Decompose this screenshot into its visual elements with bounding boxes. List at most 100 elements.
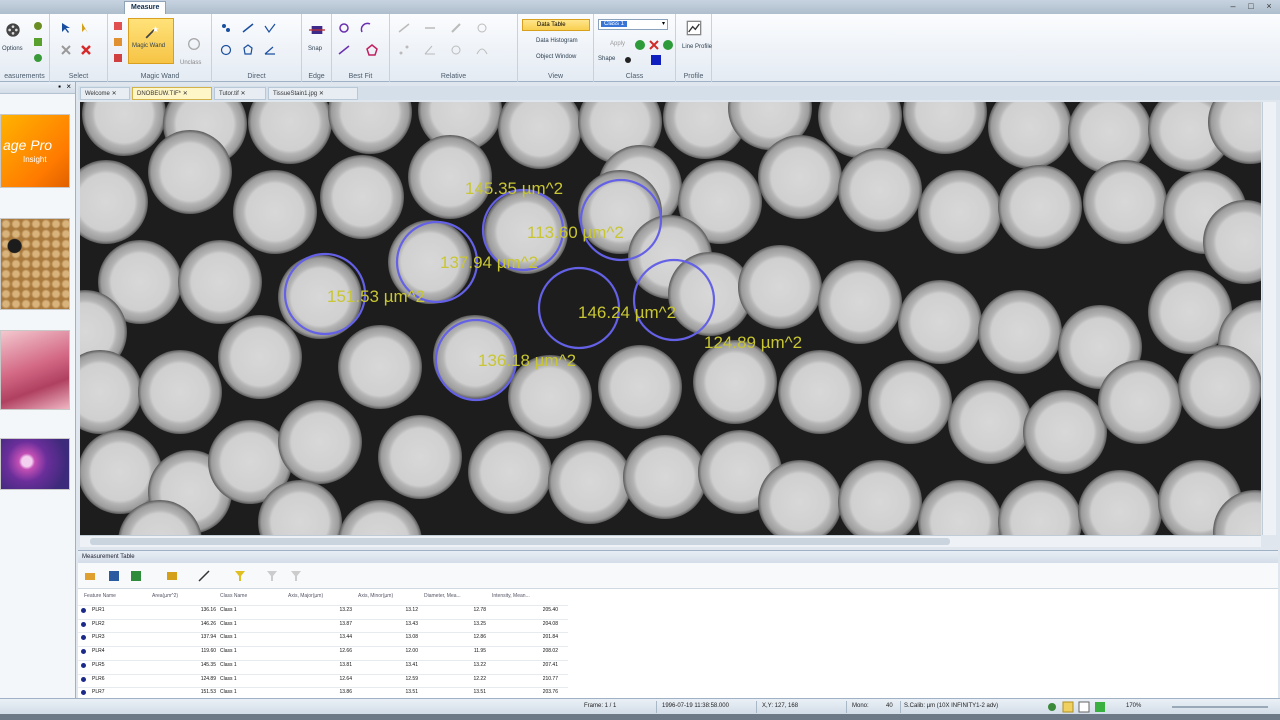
fit-polygon-icon[interactable] — [366, 44, 378, 56]
column-header[interactable]: Intensity, Mean... — [492, 593, 530, 603]
select-class-icon[interactable] — [80, 22, 92, 34]
area-annotation[interactable]: 124.89 µm^2 — [704, 333, 802, 352]
columns-icon[interactable] — [166, 570, 178, 582]
close-icon[interactable]: ✕ — [240, 91, 245, 97]
microscope-image[interactable]: 145.35 µm^2 113.60 µm^2 137.94 µm^2 151.53 … — [80, 102, 1261, 535]
tab-image-active[interactable]: DNOBEUW.TIF* ✕ — [132, 87, 212, 100]
data-histogram-button[interactable]: Data Histogram — [536, 38, 578, 44]
fit-window-icon[interactable] — [1078, 701, 1090, 713]
options-label[interactable]: Options — [2, 46, 23, 52]
relative-angle-icon[interactable] — [424, 44, 436, 56]
table-row[interactable] — [78, 632, 568, 634]
column-header[interactable]: Axis, Major(µm) — [288, 593, 323, 603]
delete-icon[interactable] — [60, 44, 72, 56]
minimize-icon[interactable]: – — [1226, 0, 1240, 12]
zoom-level[interactable]: 170% — [1126, 703, 1141, 709]
fit-arc-icon[interactable] — [360, 22, 372, 34]
tab-welcome[interactable]: Welcome ✕ — [80, 87, 130, 100]
zoom-slider[interactable] — [1172, 706, 1268, 708]
close-icon[interactable]: ✕ — [183, 91, 188, 97]
tab-tutor[interactable]: Tutor.tif ✕ — [214, 87, 266, 100]
green-status-icon[interactable] — [1094, 701, 1106, 713]
data-table-button[interactable]: Data Table — [522, 19, 590, 31]
calibration-status[interactable]: S.Calib: µm (10X INFINITY1-2 adv) — [904, 703, 998, 709]
fit-circle-icon[interactable] — [338, 22, 350, 34]
tab-tissue[interactable]: TissueStain1.jpg ✕ — [268, 87, 358, 100]
snap-label[interactable]: Snap — [308, 46, 322, 52]
film-reel-icon[interactable] — [5, 22, 21, 38]
save-icon[interactable] — [108, 570, 120, 582]
reset-class-icon[interactable] — [662, 39, 674, 51]
open-folder-icon[interactable] — [84, 570, 96, 582]
delete-all-icon[interactable] — [80, 44, 92, 56]
ribbon-tab-measure[interactable]: Measure — [124, 1, 167, 14]
polygon-icon[interactable] — [242, 44, 254, 56]
column-header[interactable]: Diameter, Mea... — [424, 593, 461, 603]
ellipse-icon[interactable] — [220, 44, 232, 56]
area-annotation[interactable]: 113.60 µm^2 — [527, 223, 624, 242]
relative-points-icon[interactable] — [398, 44, 410, 56]
thumbnail-fibers[interactable] — [0, 218, 70, 310]
gear-icon[interactable] — [32, 20, 44, 32]
apply-button[interactable]: Apply — [610, 41, 625, 47]
filter-icon[interactable] — [234, 570, 246, 582]
maximize-icon[interactable]: □ — [1244, 0, 1258, 12]
filter-disabled-icon[interactable] — [290, 570, 302, 582]
line-icon[interactable] — [242, 22, 254, 34]
pointer-icon[interactable] — [60, 22, 72, 34]
line-profile-icon[interactable] — [686, 20, 702, 36]
table-row[interactable] — [78, 646, 568, 648]
fit-line-icon[interactable] — [338, 44, 350, 56]
color-swatch-icon[interactable] — [650, 54, 662, 66]
column-header[interactable]: Class Name — [220, 593, 247, 603]
relative-pen-icon[interactable] — [450, 22, 462, 34]
table-row[interactable] — [78, 687, 568, 689]
scroll-thumb[interactable] — [90, 538, 950, 545]
object-window-button[interactable]: Object Window — [536, 54, 576, 60]
close-icon[interactable]: × — [66, 82, 71, 91]
horizontal-scrollbar[interactable] — [80, 535, 1261, 547]
table-row[interactable] — [78, 659, 568, 661]
table-row[interactable] — [78, 618, 568, 620]
settings-icon[interactable] — [1046, 701, 1058, 713]
angle-icon[interactable] — [264, 44, 276, 56]
table-row[interactable] — [78, 605, 568, 606]
column-header[interactable]: Axis, Minor(µm) — [358, 593, 393, 603]
area-annotation[interactable]: 146.24 µm^2 — [578, 303, 676, 322]
line-profile-label[interactable]: Line Profile — [682, 44, 712, 50]
add-class-icon[interactable] — [634, 39, 646, 51]
pin-icon[interactable]: ▪ — [58, 82, 61, 91]
image-viewport[interactable]: 145.35 µm^2 113.60 µm^2 137.94 µm^2 151.53 … — [80, 102, 1261, 535]
export-excel-icon[interactable] — [130, 570, 142, 582]
point-icon[interactable] — [220, 22, 232, 34]
relative-circle-icon[interactable] — [476, 22, 488, 34]
relative-line-icon[interactable] — [398, 22, 410, 34]
close-icon[interactable]: ✕ — [112, 91, 117, 97]
area-annotation[interactable]: 145.35 µm^2 — [465, 179, 563, 198]
remove-class-icon[interactable] — [648, 39, 660, 51]
thumbnail-tissue[interactable] — [0, 330, 70, 410]
grid-icon[interactable] — [32, 36, 44, 48]
close-icon[interactable]: ✕ — [319, 91, 324, 97]
polyline-icon[interactable] — [264, 22, 276, 34]
shape-circle-icon[interactable] — [622, 54, 634, 66]
ribbon-tab-file[interactable] — [30, 1, 44, 14]
area-annotation[interactable]: 151.53 µm^2 — [327, 287, 425, 306]
relative-distance-icon[interactable] — [424, 22, 436, 34]
snap-icon[interactable] — [309, 22, 325, 38]
statistics-icon[interactable] — [198, 570, 210, 582]
view-mode-icon[interactable] — [1062, 701, 1074, 713]
relative-curve-icon[interactable] — [476, 44, 488, 56]
thumbnail-logo[interactable]: age Pro Insight — [0, 114, 70, 188]
area-annotation[interactable]: 137.94 µm^2 — [440, 253, 538, 272]
class-dropdown[interactable]: Class 1 ▾ — [598, 19, 668, 30]
filter-clear-icon[interactable] — [266, 570, 278, 582]
area-annotation[interactable]: 136.18 µm^2 — [478, 351, 576, 370]
table-row[interactable] — [78, 673, 568, 675]
column-header[interactable]: Feature Name — [84, 593, 116, 603]
column-header[interactable]: Area(µm^2) — [152, 593, 178, 603]
check-icon[interactable] — [32, 52, 44, 64]
thumbnail-cells[interactable] — [0, 438, 70, 490]
close-window-icon[interactable]: × — [1262, 0, 1276, 12]
vertical-scrollbar[interactable] — [1262, 102, 1276, 535]
